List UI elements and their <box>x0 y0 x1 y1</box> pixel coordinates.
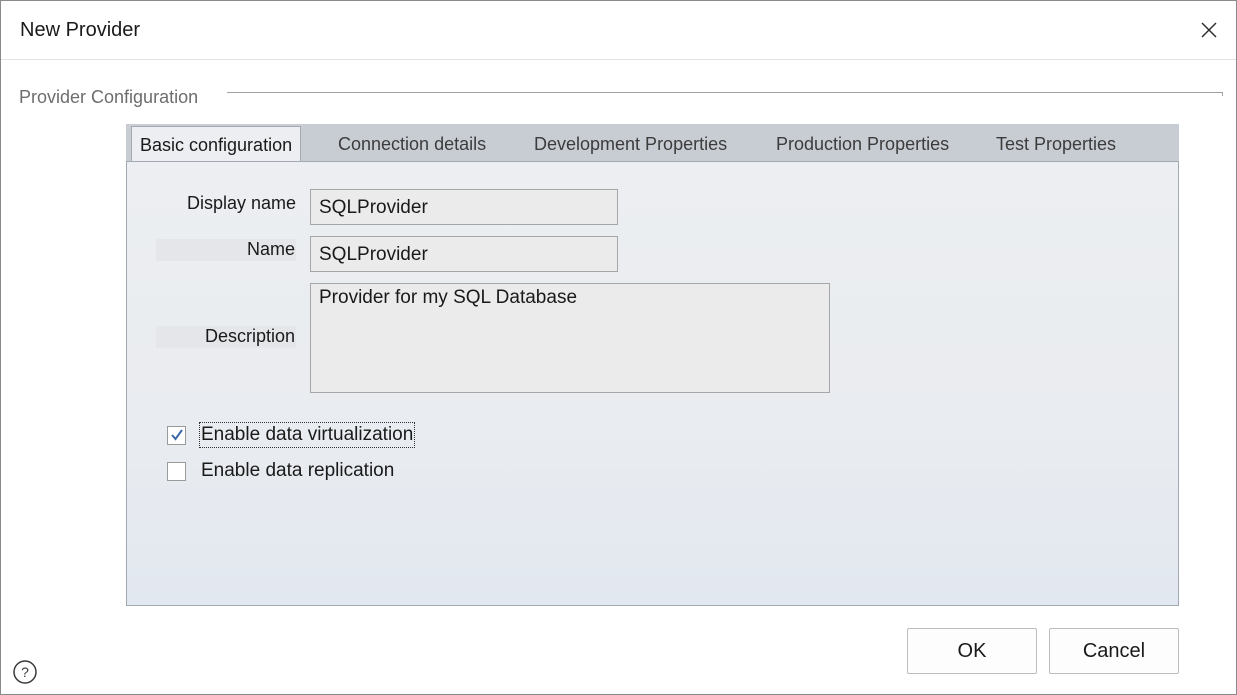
tab-label: Development Properties <box>534 134 728 154</box>
group-label: Provider Configuration <box>19 87 199 107</box>
ok-button[interactable]: OK <box>907 628 1037 674</box>
svg-text:?: ? <box>21 664 29 680</box>
tab-label: Production Properties <box>776 134 950 154</box>
enable-virtualization-label: Enable data virtualization <box>198 422 416 448</box>
dialog-title: New Provider <box>20 19 141 41</box>
close-button[interactable] <box>1194 15 1224 45</box>
name-field[interactable]: SQLProvider <box>310 236 618 272</box>
checkbox-box <box>167 426 186 445</box>
enable-replication-label: Enable data replication <box>201 460 395 481</box>
display-name-label: Display name <box>186 193 296 213</box>
help-button[interactable]: ? <box>12 659 38 685</box>
checkbox-box <box>167 462 186 481</box>
new-provider-dialog: New Provider Provider Configuration Basi… <box>0 0 1237 695</box>
title-bar: New Provider <box>1 1 1236 60</box>
tab-basic-configuration[interactable]: Basic configuration <box>131 126 302 163</box>
tab-label: Connection details <box>338 134 487 154</box>
tab-development-properties[interactable]: Development Properties <box>534 124 727 162</box>
tab-strip: Basic configuration Connection details D… <box>126 124 1179 163</box>
tab-label: Test Properties <box>996 134 1117 154</box>
description-label: Description <box>204 326 295 346</box>
group-divider <box>227 92 1223 93</box>
cancel-button[interactable]: Cancel <box>1049 628 1179 674</box>
display-name-field[interactable]: SQLProvider <box>310 189 618 225</box>
name-label: Name <box>246 239 295 259</box>
description-field[interactable]: Provider for my SQL Database <box>310 283 830 393</box>
close-icon <box>1201 22 1217 38</box>
tab-connection-details[interactable]: Connection details <box>338 124 486 162</box>
group-divider-end <box>1222 92 1223 96</box>
tab-test-properties[interactable]: Test Properties <box>996 124 1116 162</box>
checkmark-icon <box>171 429 183 441</box>
tab-label: Basic configuration <box>140 135 293 155</box>
help-icon: ? <box>13 660 37 684</box>
tab-production-properties[interactable]: Production Properties <box>776 124 949 162</box>
